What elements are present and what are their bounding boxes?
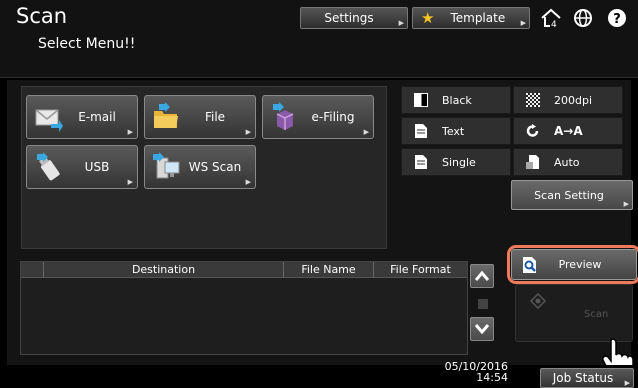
function-panel: E-mail ▶ File ▶ e-Filing ▶ USB ▶ WS Scan… [21,86,387,249]
rotation-value: A→A [554,124,583,138]
box-icon [273,102,294,130]
destination-list[interactable]: Destination File Name File Format [20,261,468,355]
resolution-value: 200dpi [554,93,593,107]
sides-value: Single [442,155,476,169]
email-button[interactable]: E-mail ▶ [26,95,138,139]
header: Scan Select Menu!! Settings ▶ ★ Template… [0,0,638,78]
original-mode-setting: Text [401,117,511,145]
rotate-icon [526,124,540,138]
folder-icon [154,102,178,128]
footer: 05/10/2016 14:54 Job Status ▶ [0,361,638,388]
rotation-setting: A→A [513,117,623,145]
scroll-down-button[interactable] [470,317,494,341]
color-mode-icon [414,93,428,107]
email-label: E-mail [78,110,116,124]
original-size-value: Auto [554,155,580,169]
usb-button[interactable]: USB ▶ [26,145,138,189]
template-label: Template [450,11,506,25]
template-button[interactable]: ★ Template ▶ [412,7,530,29]
preview-icon [523,256,536,273]
corner-arrow-icon: ▶ [363,128,369,136]
column-destination[interactable]: Destination [43,262,283,278]
single-side-icon [414,155,428,169]
preview-button[interactable]: Preview [511,249,637,280]
original-size-setting: Auto [513,148,623,176]
wsscan-label: WS Scan [188,160,242,174]
globe-icon[interactable] [570,6,596,30]
auto-size-icon [526,155,540,169]
usb-icon [37,152,60,181]
datetime: 05/10/2016 14:54 [445,361,508,383]
usb-label: USB [84,160,110,174]
chevron-up-icon [475,271,489,281]
scan-label: Scan [584,309,609,320]
svg-text:?: ? [613,12,621,27]
corner-arrow-icon: ▶ [245,178,251,186]
scan-start-icon [530,293,546,309]
file-label: File [204,110,226,124]
sides-setting: Single [401,148,511,176]
color-mode-value: Black [442,93,472,107]
corner-arrow-icon: ▶ [624,379,630,387]
settings-label: Settings [324,11,374,25]
svg-text:4: 4 [551,20,557,28]
settings-button[interactable]: Settings ▶ [300,7,408,29]
home-icon[interactable]: 4 [538,6,564,30]
resolution-setting: 200dpi [513,86,623,114]
preview-label: Preview [558,258,602,271]
page-subtitle: Select Menu!! [38,36,136,52]
app-title: Scan [16,4,68,28]
computer-icon [153,152,180,179]
corner-arrow-icon: ▶ [127,128,133,136]
resolution-icon [526,93,540,107]
efiling-label: e-Filing [311,110,355,124]
original-mode-value: Text [442,124,465,138]
help-icon[interactable]: ? [604,6,630,30]
scan-setting-label: Scan Setting [534,188,604,202]
job-status-label: Job Status [552,371,614,385]
color-mode-setting: Black [401,86,511,114]
star-icon: ★ [421,9,435,27]
scroll-indicator [478,299,488,309]
efiling-button[interactable]: e-Filing ▶ [262,95,374,139]
envelope-icon [35,109,63,132]
scan-setting-button[interactable]: Scan Setting ▶ [511,180,633,210]
corner-arrow-icon: ▶ [127,178,133,186]
column-file-format[interactable]: File Format [373,262,467,278]
file-button[interactable]: File ▶ [144,95,256,139]
wsscan-button[interactable]: WS Scan ▶ [144,145,256,189]
list-header: Destination File Name File Format [21,262,467,278]
corner-arrow-icon: ▶ [245,128,251,136]
main-area: E-mail ▶ File ▶ e-Filing ▶ USB ▶ WS Scan… [7,80,638,376]
scan-button[interactable]: Scan [515,284,633,342]
document-icon [414,124,428,138]
job-status-button[interactable]: Job Status ▶ [540,368,634,388]
current-time: 14:54 [476,371,508,384]
corner-arrow-icon: ▶ [520,19,526,27]
corner-arrow-icon: ▶ [623,200,629,208]
corner-arrow-icon: ▶ [398,19,404,27]
scroll-up-button[interactable] [470,264,494,288]
column-file-name[interactable]: File Name [283,262,373,278]
chevron-down-icon [475,324,489,334]
